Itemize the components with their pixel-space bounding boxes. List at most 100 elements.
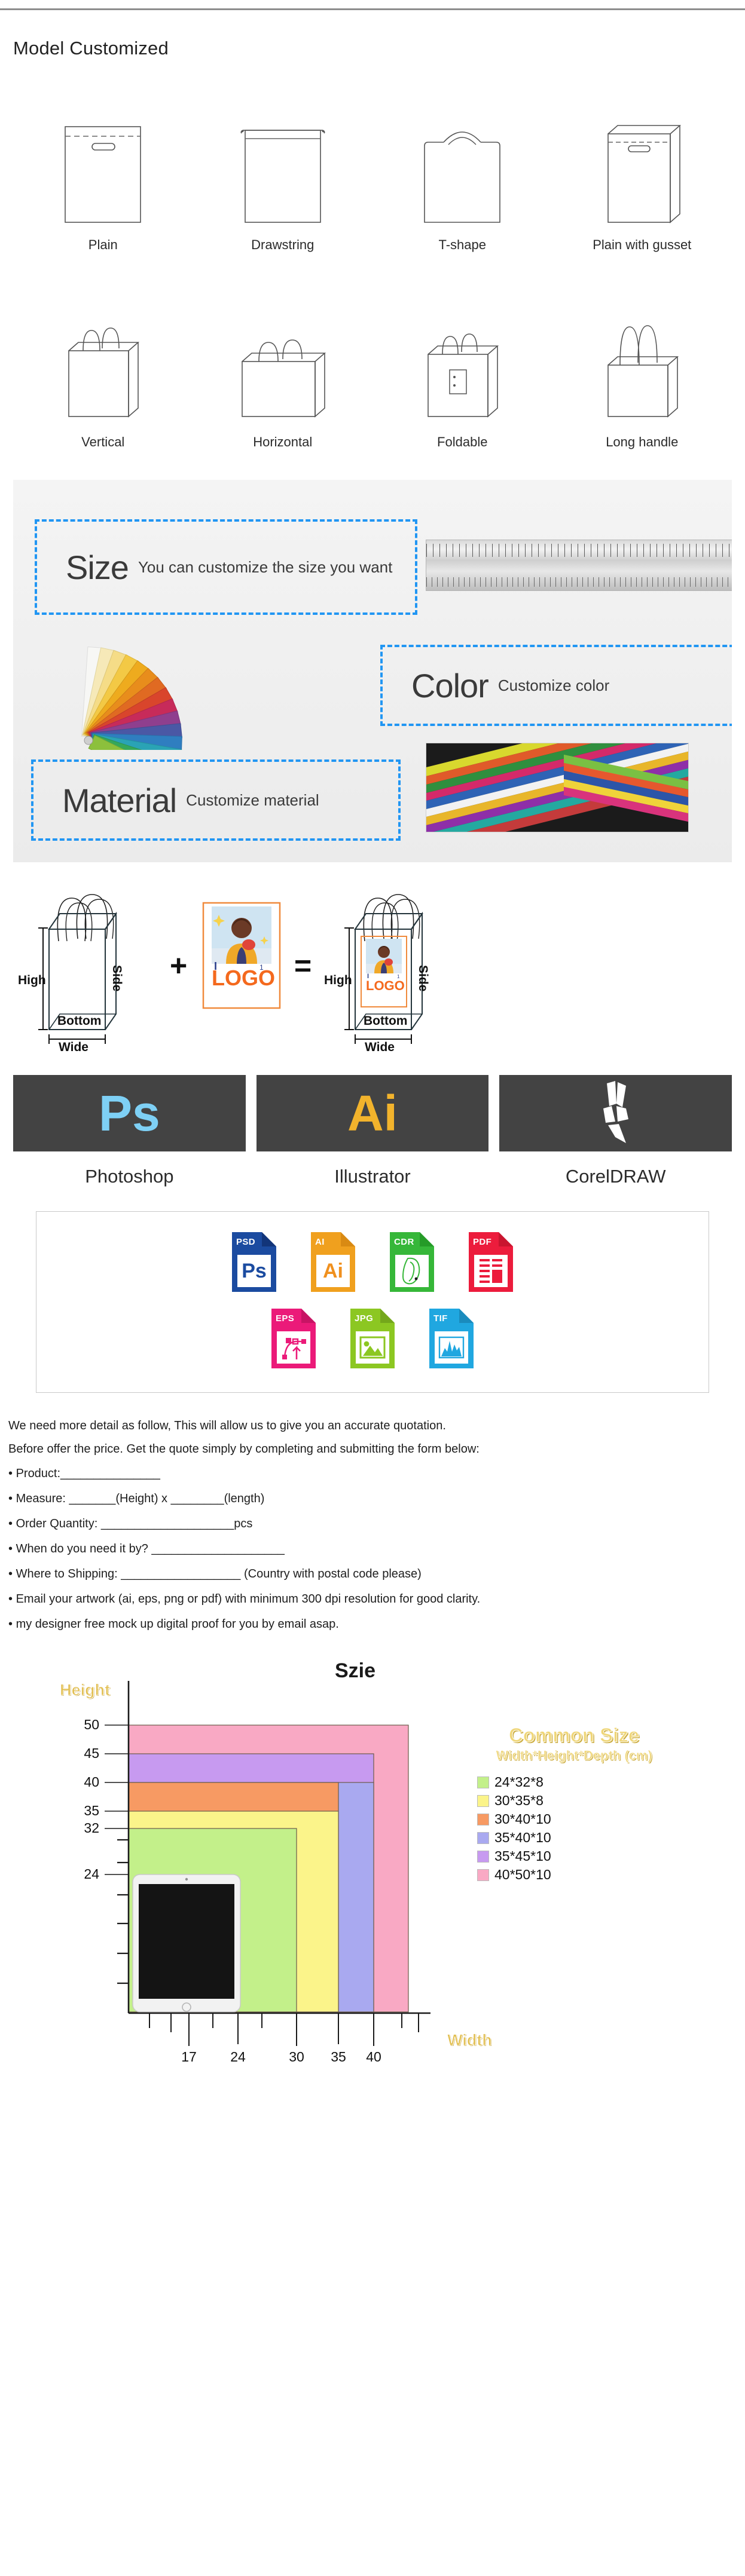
material-customization-box: Material Customize material [31,759,401,841]
foldable-bag-icon [417,277,507,426]
svg-text:High: High [18,973,46,987]
model-item-foldable[interactable]: Foldable [373,277,552,474]
software-name: CorelDRAW [565,1166,666,1187]
vertical-bag-icon [58,277,148,426]
svg-text:I: I [367,973,369,980]
legend-items: 24*32*8 30*35*8 30*40*10 35*40*10 35*45*… [413,1774,735,1883]
equals-sign: = [294,949,312,982]
printed-bag-result-diagram: LOGO I 1 High Bottom Wide Side [322,877,471,1059]
file-icon-tif: TIF [429,1309,474,1368]
svg-text:1: 1 [397,974,400,979]
quote-note-artwork: Email your artwork (ai, eps, png or pdf)… [8,1586,737,1612]
software-item-illustrator[interactable]: Ai Illustrator [256,1075,489,1187]
software-item-photoshop[interactable]: Ps Photoshop [13,1075,246,1187]
legend-item: 35*40*10 [477,1830,735,1846]
size-title: Size [66,548,129,586]
x-tick-35: 35 [331,2049,346,2065]
model-item-horizontal[interactable]: Horizontal [193,277,373,474]
model-item-long-handle[interactable]: Long handle [552,277,732,474]
color-desc: Customize color [497,676,610,694]
product-detail-page: Model Customized Plain Drawstring T-shap… [0,8,745,2067]
y-tick-45: 45 [84,1745,99,1761]
color-fan-deck-image [71,636,250,788]
file-icon-pdf: PDF [469,1232,513,1292]
legend-item: 24*32*8 [477,1774,735,1790]
quote-field-deadline[interactable]: When do you need it by? ________________… [8,1536,737,1561]
software-item-coreldraw[interactable]: CorelDRAW [499,1075,732,1187]
model-label: Long handle [606,434,679,449]
quote-field-order-quantity[interactable]: Order Quantity: ____________________pcs [8,1511,737,1536]
horizontal-bag-icon [235,277,331,426]
model-item-plain-with-gusset[interactable]: Plain with gusset [552,75,732,277]
accepted-file-formats-section: PSD Ps AI Ai CDR PDF EPS JPG TIF [36,1211,709,1393]
file-preview [277,1331,310,1364]
file-tag: AI [315,1237,325,1247]
material-title: Material [62,781,177,819]
file-preview [395,1255,429,1287]
model-label: Plain with gusset [593,237,692,252]
legend-swatch [477,1869,489,1881]
color-customization-box: Color Customize color [380,645,732,726]
size-desc: You can customize the size you want [138,558,393,576]
file-icon-jpg: JPG [350,1309,395,1368]
x-tick-30: 30 [289,2049,304,2065]
quote-field-measure[interactable]: Measure: _______(Height) x ________(leng… [8,1486,737,1511]
file-format-row-1: PSD Ps AI Ai CDR PDF [36,1232,709,1292]
svg-text:LOGO: LOGO [366,978,405,993]
logo-artwork-card: LOGO I 1 [202,902,281,1012]
svg-text:Wide: Wide [59,1040,88,1054]
y-tick-35: 35 [84,1803,99,1818]
legend-label: 35*40*10 [494,1830,551,1845]
file-tag: TIF [433,1313,448,1324]
customization-section: Size You can customize the size you want [13,480,732,862]
legend-item: 35*45*10 [477,1848,735,1864]
size-chart-plot [105,1681,430,2046]
legend-label: 40*50*10 [494,1867,551,1882]
svg-text:Bottom: Bottom [364,1014,407,1028]
coreldraw-icon [499,1075,732,1151]
file-tag: CDR [394,1237,414,1247]
svg-text:1: 1 [259,963,264,972]
legend-swatch [477,1794,489,1807]
legend-item: 30*35*8 [477,1793,735,1809]
illustrator-icon: Ai [256,1075,489,1151]
software-name: Illustrator [334,1166,411,1187]
model-item-drawstring[interactable]: Drawstring [193,75,373,277]
material-desc: Customize material [186,791,319,809]
legend-label: 30*40*10 [494,1811,551,1827]
file-icon-cdr: CDR [390,1232,434,1292]
model-item-t-shape[interactable]: T-shape [373,75,552,277]
quote-field-product[interactable]: Product:_______________ [8,1461,737,1486]
model-customized-section: Model Customized Plain Drawstring T-shap… [0,10,745,474]
y-tick-24: 24 [84,1866,99,1882]
x-tick-24: 24 [230,2049,246,2065]
quote-intro-line-2: Before offer the price. Get the quote si… [8,1442,480,1456]
page-title: Model Customized [13,38,169,59]
model-row-1: Plain Drawstring T-shape Plain with guss… [13,75,732,277]
file-preview [474,1255,508,1287]
model-item-vertical[interactable]: Vertical [13,277,193,474]
svg-text:Bottom: Bottom [57,1014,101,1028]
model-label: Plain [88,237,118,252]
legend-swatch [477,1850,489,1863]
plus-sign: + [170,949,188,982]
svg-text:LOGO: LOGO [212,966,275,990]
file-tag: EPS [276,1313,295,1324]
size-customization-box: Size You can customize the size you want [35,519,417,615]
quote-field-shipping[interactable]: Where to Shipping: __________________ (C… [8,1561,737,1586]
chart-legend: Common Size Width*Height*Depth (cm) 24*3… [413,1724,735,1885]
file-preview: Ai [316,1255,350,1287]
svg-text:Wide: Wide [365,1040,395,1054]
size-chart-section: Szie Height Width 50 45 40 35 32 24 17 2… [0,1655,745,2067]
legend-title: Common Size [508,1724,640,1747]
svg-text:I: I [214,960,217,972]
t-shape-bag-icon [417,75,507,229]
design-software-section: Ps Photoshop Ai Illustrator CorelDRAW [0,1062,745,1187]
model-item-plain[interactable]: Plain [13,75,193,277]
fabric-rolls-image [426,743,689,832]
legend-item: 40*50*10 [477,1867,735,1883]
y-tick-40: 40 [84,1774,99,1790]
model-label: Vertical [81,434,125,449]
long-handle-bag-icon [597,277,687,426]
quotation-form-section: We need more detail as follow, This will… [0,1393,745,1637]
